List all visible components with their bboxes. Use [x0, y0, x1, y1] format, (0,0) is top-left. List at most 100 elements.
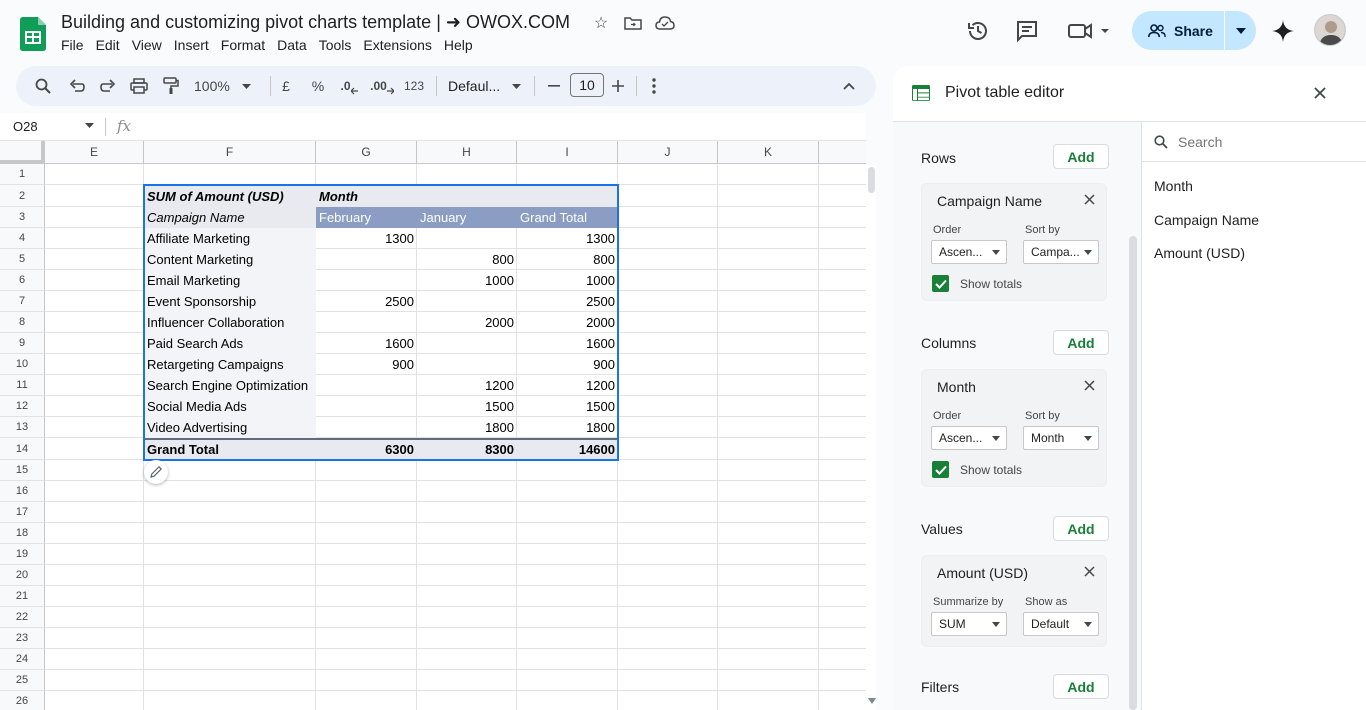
pivot-cell-campaign[interactable]: Social Media Ads [144, 396, 316, 417]
pivot-cell-total[interactable]: 900 [517, 354, 618, 375]
font-size-input[interactable]: 10 [570, 73, 604, 97]
menu-tools[interactable]: Tools [319, 37, 360, 53]
pivot-cell-campaign[interactable]: Email Marketing [144, 270, 316, 291]
pivot-cell-feb[interactable]: 900 [316, 354, 417, 375]
increase-font-size-icon[interactable] [610, 72, 626, 100]
row-header[interactable]: 23 [0, 628, 45, 649]
columns-add-button[interactable]: Add [1053, 330, 1109, 355]
move-folder-icon[interactable] [622, 12, 644, 34]
collapse-menu-icon[interactable] [839, 72, 859, 100]
pivot-col-header-total[interactable]: Grand Total [517, 207, 618, 228]
decrease-decimal-button[interactable]: .0 [338, 72, 360, 100]
columns-sort-dropdown[interactable]: Month [1023, 426, 1099, 450]
column-header-i[interactable]: I [517, 141, 618, 164]
pivot-cell-jan[interactable] [417, 291, 517, 312]
row-header[interactable]: 17 [0, 502, 45, 523]
rows-order-dropdown[interactable]: Ascen... [931, 240, 1007, 264]
version-history-icon[interactable] [964, 17, 992, 45]
row-header[interactable]: 26 [0, 691, 45, 710]
column-header-f[interactable]: F [144, 141, 316, 164]
avatar[interactable] [1314, 14, 1346, 46]
rows-show-totals-checkbox[interactable] [932, 275, 949, 292]
show-as-dropdown[interactable]: Default [1023, 612, 1099, 636]
pivot-cell-feb[interactable]: 1600 [316, 333, 417, 354]
menu-help[interactable]: Help [444, 37, 481, 53]
pivot-cell-campaign[interactable]: Paid Search Ads [144, 333, 316, 354]
field-item-campaign-name[interactable]: Campaign Name [1154, 212, 1259, 228]
gemini-icon[interactable] [1269, 17, 1297, 45]
column-header-j[interactable]: J [618, 141, 718, 164]
zoom-select[interactable]: 100% [194, 72, 256, 100]
meet-icon[interactable] [1067, 17, 1111, 45]
pivot-cell-feb[interactable] [316, 270, 417, 291]
row-header[interactable]: 5 [0, 249, 45, 270]
row-header[interactable]: 3 [0, 207, 45, 228]
currency-format-button[interactable]: £ [278, 72, 294, 100]
filters-add-button[interactable]: Add [1053, 674, 1109, 699]
comments-icon[interactable] [1013, 17, 1041, 45]
pivot-cell-feb[interactable] [316, 417, 417, 438]
font-select[interactable]: Defaul... [448, 72, 528, 100]
row-header[interactable]: 6 [0, 270, 45, 291]
name-box[interactable]: O28 [13, 119, 38, 134]
row-header[interactable]: 24 [0, 649, 45, 670]
pivot-cell-total[interactable]: 2500 [517, 291, 618, 312]
pivot-cell-feb[interactable] [316, 249, 417, 270]
pivot-cell-jan[interactable]: 1200 [417, 375, 517, 396]
remove-field-icon[interactable] [1084, 566, 1095, 577]
vertical-scrollbar[interactable] [866, 165, 876, 710]
pivot-cell-jan[interactable] [417, 333, 517, 354]
row-header[interactable]: 18 [0, 523, 45, 544]
columns-order-dropdown[interactable]: Ascen... [931, 426, 1007, 450]
pivot-cell-jan[interactable]: 1800 [417, 417, 517, 438]
pivot-cell-total[interactable]: 2000 [517, 312, 618, 333]
sheets-logo-icon[interactable] [20, 17, 46, 51]
summarize-dropdown[interactable]: SUM [931, 612, 1007, 636]
pivot-grand-total-label[interactable]: Grand Total [144, 439, 316, 460]
pivot-cell-campaign[interactable]: Video Advertising [144, 417, 316, 438]
pivot-cell-total[interactable]: 1600 [517, 333, 618, 354]
increase-decimal-button[interactable]: .00 [370, 72, 394, 100]
pivot-grand-total-total[interactable]: 14600 [517, 439, 618, 460]
scroll-down-icon[interactable] [868, 698, 876, 704]
pivot-value-header[interactable]: SUM of Amount (USD) [144, 185, 316, 207]
pivot-grand-total-feb[interactable]: 6300 [316, 439, 417, 460]
menu-edit[interactable]: Edit [96, 37, 128, 53]
menu-file[interactable]: File [61, 37, 92, 53]
row-header[interactable]: 10 [0, 354, 45, 375]
pivot-cell-total[interactable]: 1800 [517, 417, 618, 438]
select-all-corner[interactable] [0, 141, 45, 164]
pivot-cell-jan[interactable] [417, 228, 517, 249]
row-header[interactable]: 7 [0, 291, 45, 312]
remove-field-icon[interactable] [1084, 194, 1095, 205]
column-header-k[interactable]: K [718, 141, 819, 164]
menu-view[interactable]: View [132, 37, 170, 53]
print-icon[interactable] [128, 72, 150, 100]
pivot-cell-campaign[interactable]: Search Engine Optimization [144, 375, 316, 396]
pivot-grand-total-jan[interactable]: 8300 [417, 439, 517, 460]
row-header[interactable]: 15 [0, 460, 45, 481]
percent-format-button[interactable]: % [308, 72, 328, 100]
pivot-cell-jan[interactable]: 2000 [417, 312, 517, 333]
star-icon[interactable]: ☆ [590, 12, 612, 34]
menu-extensions[interactable]: Extensions [363, 37, 439, 53]
row-header[interactable]: 13 [0, 417, 45, 438]
pivot-cell-campaign[interactable]: Retargeting Campaigns [144, 354, 316, 375]
more-options-icon[interactable] [646, 72, 662, 100]
row-header[interactable]: 4 [0, 228, 45, 249]
row-header[interactable]: 2 [0, 185, 45, 207]
search-menus-icon[interactable] [32, 72, 54, 100]
pivot-cell-jan[interactable]: 1000 [417, 270, 517, 291]
pivot-cell-total[interactable]: 1300 [517, 228, 618, 249]
spreadsheet-grid[interactable]: E F G H I J K 1 2 3 4 5 6 7 8 9 10 11 12 13 14 15 16 17 1… [0, 141, 866, 710]
row-header[interactable]: 11 [0, 375, 45, 396]
menu-data[interactable]: Data [277, 37, 315, 53]
pivot-cell-feb[interactable]: 2500 [316, 291, 417, 312]
pivot-column-field[interactable]: Month [316, 185, 417, 207]
share-dropdown[interactable] [1225, 27, 1256, 34]
row-header[interactable]: 1 [0, 164, 45, 185]
row-header[interactable]: 19 [0, 544, 45, 565]
row-header[interactable]: 8 [0, 312, 45, 333]
columns-show-totals-checkbox[interactable] [932, 461, 949, 478]
field-item-amount[interactable]: Amount (USD) [1154, 245, 1245, 261]
